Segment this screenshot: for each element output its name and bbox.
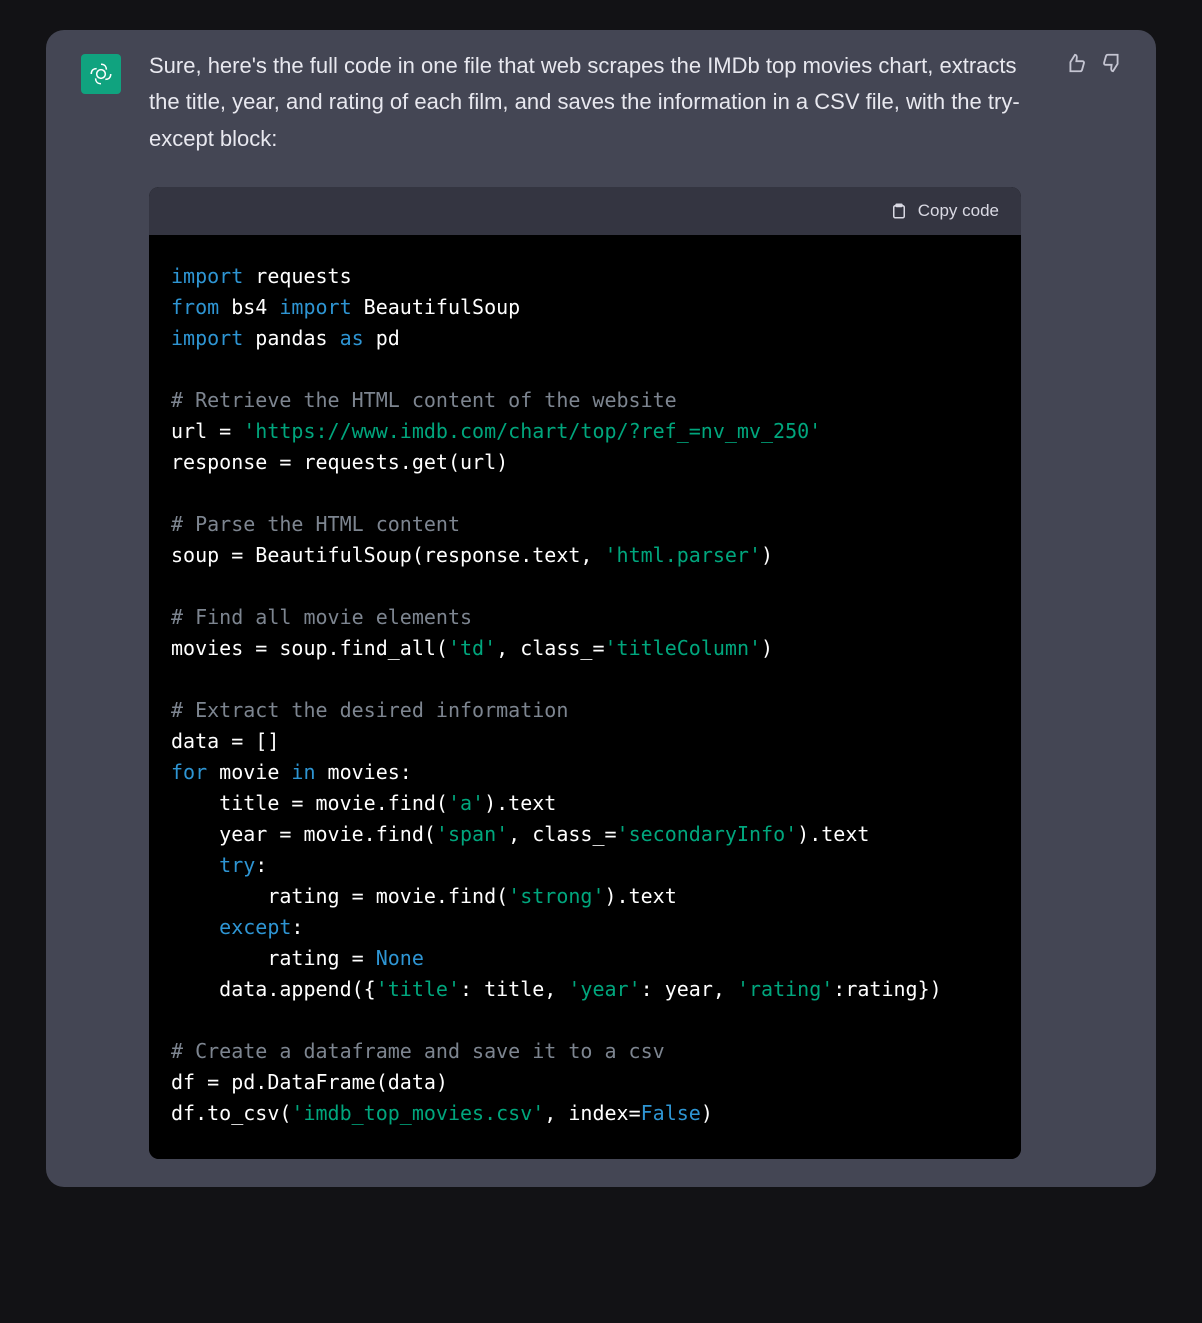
assistant-intro-text: Sure, here's the full code in one file t… [149,48,1021,157]
copy-code-label: Copy code [918,197,999,225]
copy-code-button[interactable]: Copy code [890,197,999,225]
openai-logo-icon [88,61,114,87]
thumbs-up-icon [1064,52,1086,74]
code-content[interactable]: import requests from bs4 import Beautifu… [149,235,1021,1159]
feedback-actions [1062,50,1126,76]
clipboard-icon [890,202,908,220]
assistant-avatar [81,54,121,94]
thumbs-down-button[interactable] [1100,50,1126,76]
thumbs-down-icon [1102,52,1124,74]
code-block: Copy code import requests from bs4 impor… [149,187,1021,1159]
assistant-message: Sure, here's the full code in one file t… [46,30,1156,1187]
code-block-header: Copy code [149,187,1021,235]
thumbs-up-button[interactable] [1062,50,1088,76]
